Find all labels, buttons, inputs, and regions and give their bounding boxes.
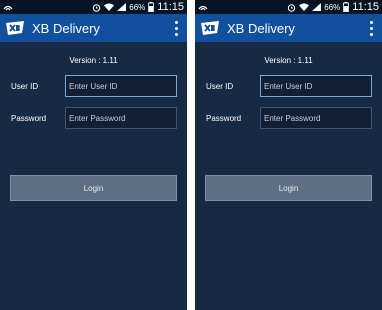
xb-logo-icon <box>201 21 219 35</box>
app-bar: XB Delivery <box>195 14 382 42</box>
phone-screen-right: 66% 11:15 XB Delivery Version : 1.11 Use… <box>195 0 382 310</box>
xb-logo-icon <box>6 21 24 35</box>
alarm-icon <box>287 3 296 12</box>
user-id-input[interactable] <box>260 75 372 97</box>
user-id-label: User ID <box>11 82 39 91</box>
cast-icon <box>198 3 208 11</box>
app-title: XB Delivery <box>32 20 100 36</box>
overflow-menu-icon[interactable] <box>171 18 181 38</box>
clock: 11:15 <box>352 1 379 13</box>
user-id-input[interactable] <box>65 75 177 97</box>
clock: 11:15 <box>157 1 184 13</box>
app-bar: XB Delivery <box>0 14 187 42</box>
login-button[interactable]: Login <box>205 175 372 201</box>
password-label: Password <box>206 114 242 123</box>
password-input[interactable] <box>260 107 372 129</box>
version-text: Version : 1.11 <box>264 56 313 65</box>
login-button[interactable]: Login <box>10 175 177 201</box>
battery-percentage: 66% <box>324 2 341 12</box>
battery-percentage: 66% <box>129 2 146 12</box>
wifi-icon <box>299 3 310 11</box>
status-bar: 66% 11:15 <box>195 0 382 14</box>
battery-icon <box>148 2 155 12</box>
status-bar: 66% 11:15 <box>0 0 187 14</box>
signal-icon <box>117 3 127 11</box>
overflow-menu-icon[interactable] <box>366 18 376 38</box>
cast-icon <box>3 3 13 11</box>
version-text: Version : 1.11 <box>69 56 118 65</box>
phone-screen-left: 66% 11:15 XB Delivery Version : 1.11 Use… <box>0 0 187 310</box>
battery-icon <box>343 2 350 12</box>
password-input[interactable] <box>65 107 177 129</box>
password-label: Password <box>11 114 47 123</box>
app-title: XB Delivery <box>227 20 295 36</box>
user-id-label: User ID <box>206 82 234 91</box>
wifi-icon <box>104 3 115 11</box>
alarm-icon <box>92 3 101 12</box>
signal-icon <box>312 3 322 11</box>
